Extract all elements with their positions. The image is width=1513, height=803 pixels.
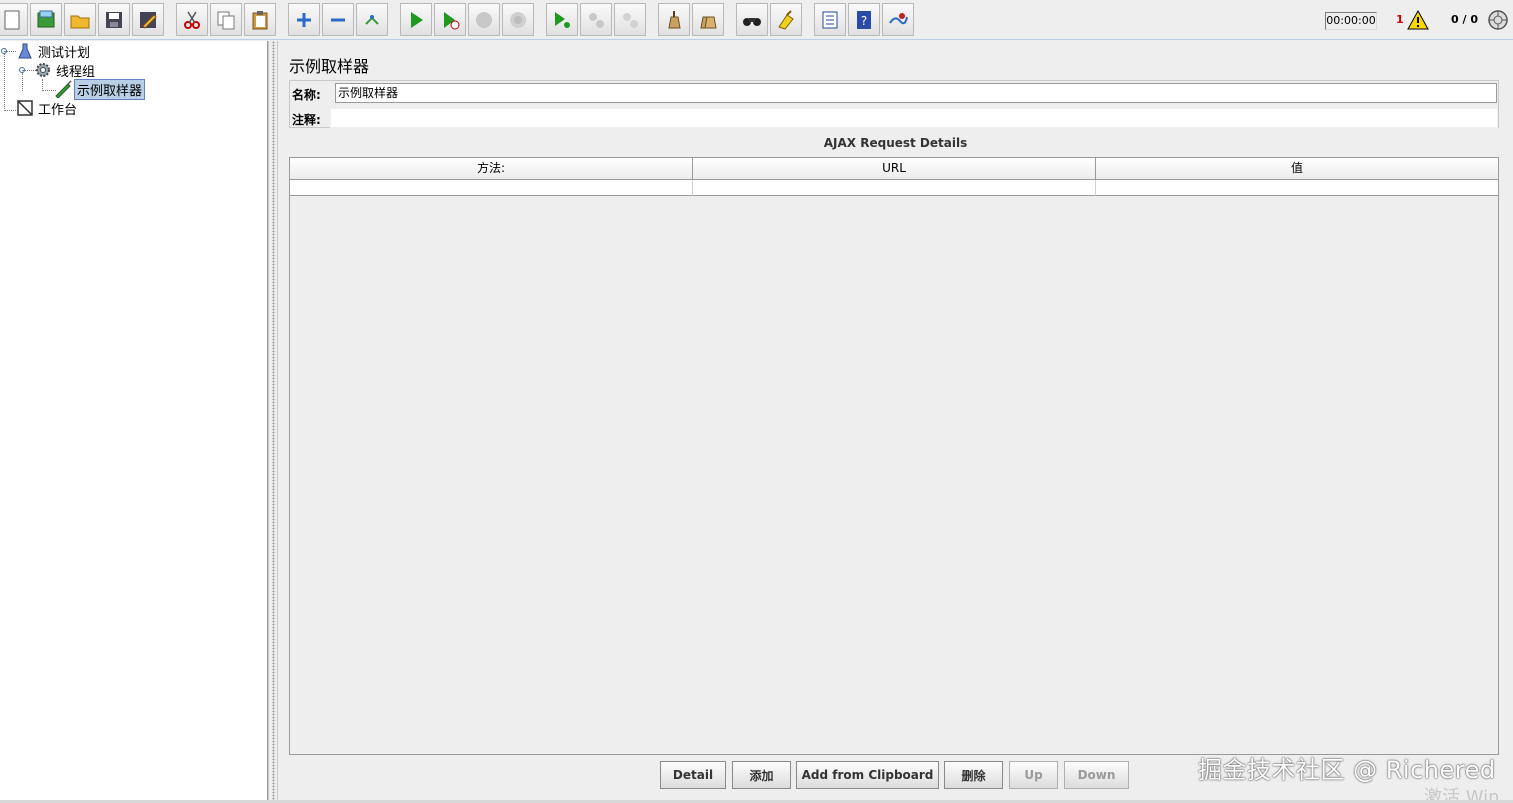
test-plan-tree: 测试计划 线程组 示例取样器 工作台 bbox=[0, 41, 268, 800]
help-button[interactable]: ? bbox=[848, 3, 880, 36]
paste-button[interactable] bbox=[244, 3, 276, 36]
toggle-button[interactable] bbox=[356, 3, 388, 36]
cut-icon bbox=[184, 11, 200, 29]
error-count: 1 bbox=[1396, 13, 1404, 26]
up-button[interactable]: Up bbox=[1009, 761, 1058, 789]
remote-shutdown-button[interactable] bbox=[614, 3, 646, 36]
remote-stop-button[interactable] bbox=[580, 3, 612, 36]
open-icon bbox=[70, 15, 90, 28]
table-row[interactable] bbox=[290, 180, 1498, 196]
save-icon bbox=[106, 11, 122, 28]
svg-text:?: ? bbox=[861, 14, 867, 28]
paste-icon bbox=[252, 10, 268, 29]
save-as-icon bbox=[140, 11, 157, 29]
clear-all-button[interactable] bbox=[692, 3, 724, 36]
workbench-icon bbox=[17, 100, 33, 116]
expand-handle-icon[interactable] bbox=[18, 66, 26, 74]
ajax-request-table[interactable]: 方法: URL 值 bbox=[289, 157, 1499, 755]
thread-group-icon bbox=[36, 63, 50, 77]
table-header: 方法: URL 值 bbox=[290, 158, 1498, 180]
table-cell-method[interactable] bbox=[290, 180, 693, 196]
tree-node-label: 线程组 bbox=[56, 64, 96, 80]
start-no-pause-icon bbox=[444, 11, 460, 29]
collapse-button[interactable] bbox=[322, 3, 354, 36]
tree-node-label: 示例取样器 bbox=[74, 78, 146, 100]
watermark: 掘金技术社区 @ Richered bbox=[1198, 756, 1496, 784]
column-header-method[interactable]: 方法: bbox=[290, 158, 693, 180]
stop-button[interactable] bbox=[468, 3, 500, 36]
warning-icon[interactable] bbox=[1407, 10, 1429, 30]
toolbar: ? 00:00:00 1 0 / 0 bbox=[0, 0, 1513, 40]
reset-search-button[interactable] bbox=[770, 3, 802, 36]
clear-icon bbox=[668, 10, 681, 28]
save-as-button[interactable] bbox=[132, 3, 164, 36]
reset-search-icon bbox=[778, 9, 794, 30]
add-from-clipboard-button[interactable]: Add from Clipboard bbox=[796, 761, 939, 789]
remote-start-button[interactable] bbox=[546, 3, 578, 36]
add-button[interactable]: 添加 bbox=[732, 761, 791, 789]
table-cell-url[interactable] bbox=[693, 180, 1096, 196]
tree-node-test-plan[interactable]: 测试计划 bbox=[16, 42, 92, 61]
tree-node-workbench[interactable]: 工作台 bbox=[16, 99, 79, 118]
help-icon: ? bbox=[857, 10, 871, 29]
name-field[interactable]: 示例取样器 bbox=[335, 83, 1497, 103]
expand-button[interactable] bbox=[288, 3, 320, 36]
thread-count: 0 / 0 bbox=[1451, 13, 1478, 26]
save-button[interactable] bbox=[98, 3, 130, 36]
open-button[interactable] bbox=[64, 3, 96, 36]
templates-icon bbox=[37, 10, 55, 27]
split-pane-divider[interactable] bbox=[268, 41, 278, 800]
function-helper-icon bbox=[822, 11, 838, 28]
page-title: 示例取样器 bbox=[289, 57, 370, 76]
column-header-value[interactable]: 值 bbox=[1096, 158, 1498, 180]
status-globe-icon bbox=[1488, 10, 1508, 30]
search-icon bbox=[743, 17, 761, 26]
column-header-url[interactable]: URL bbox=[693, 158, 1096, 180]
comment-label: 注释: bbox=[292, 113, 321, 127]
name-comment-box: 名称: 示例取样器 注释: bbox=[289, 80, 1499, 128]
test-plan-icon bbox=[18, 43, 32, 59]
shutdown-button[interactable] bbox=[502, 3, 534, 36]
collapse-icon bbox=[331, 18, 345, 21]
remote-start-icon bbox=[555, 11, 570, 28]
clear-button[interactable] bbox=[658, 3, 690, 36]
toggle-icon bbox=[365, 14, 379, 25]
name-label: 名称: bbox=[292, 88, 321, 102]
expand-icon bbox=[297, 12, 311, 27]
logger-icon bbox=[889, 12, 908, 24]
down-button[interactable]: Down bbox=[1064, 761, 1129, 789]
tree-node-label: 测试计划 bbox=[38, 45, 91, 61]
new-icon bbox=[4, 10, 20, 29]
shutdown-icon bbox=[510, 11, 526, 28]
templates-button[interactable] bbox=[30, 3, 62, 36]
sampler-icon bbox=[55, 80, 72, 98]
search-button[interactable] bbox=[736, 3, 768, 36]
tree-node-sampler[interactable]: 示例取样器 bbox=[54, 78, 146, 100]
function-helper-button[interactable] bbox=[814, 3, 846, 36]
sampler-editor: 示例取样器 名称: 示例取样器 注释: AJAX Request Details… bbox=[278, 41, 1513, 800]
tree-node-thread-group[interactable]: 线程组 bbox=[34, 61, 97, 80]
clear-all-icon bbox=[700, 16, 717, 28]
stop-icon bbox=[476, 11, 492, 28]
cut-button[interactable] bbox=[176, 3, 208, 36]
copy-button[interactable] bbox=[210, 3, 242, 36]
tree-node-label: 工作台 bbox=[38, 102, 78, 118]
start-no-pause-button[interactable] bbox=[434, 3, 466, 36]
table-cell-value[interactable] bbox=[1096, 180, 1498, 196]
expand-handle-icon[interactable] bbox=[0, 47, 8, 55]
copy-icon bbox=[217, 11, 235, 29]
comment-field[interactable] bbox=[330, 108, 1498, 128]
detail-button[interactable]: Detail bbox=[660, 761, 726, 789]
start-button[interactable] bbox=[400, 3, 432, 36]
delete-button[interactable]: 删除 bbox=[944, 761, 1003, 789]
remote-stop-icon bbox=[589, 12, 604, 28]
remote-shutdown-icon bbox=[623, 12, 638, 28]
elapsed-timer: 00:00:00 bbox=[1325, 12, 1377, 30]
section-title: AJAX Request Details bbox=[823, 136, 968, 150]
new-button[interactable] bbox=[0, 3, 28, 36]
logger-button[interactable] bbox=[882, 3, 914, 36]
start-icon bbox=[411, 11, 423, 28]
